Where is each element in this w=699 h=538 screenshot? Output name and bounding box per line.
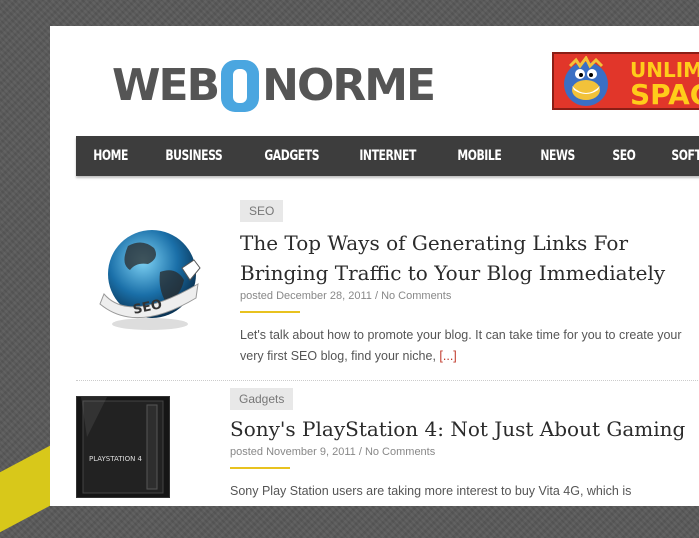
meta-separator: /: [371, 290, 382, 302]
nav-item-home[interactable]: HOME: [76, 136, 144, 176]
category-tag[interactable]: SEO: [240, 200, 284, 222]
post-meta: posted December 28, 2011 / No Comments: [240, 290, 699, 302]
post-body: SEO The Top Ways of Generating Links For…: [240, 200, 699, 367]
seo-globe-thumbnail[interactable]: SEO: [90, 224, 210, 334]
post-meta: posted November 9, 2011 / No Comments: [230, 446, 699, 458]
page-container: WEB NORME UNLIMI SPAC HOME BUSINESS GADG…: [50, 26, 699, 506]
nav-item-internet[interactable]: INTERNET: [343, 136, 432, 176]
logo-text-left: WEB: [112, 60, 220, 111]
title-underline: [230, 467, 290, 469]
nav-item-business[interactable]: BUSINESS: [149, 136, 239, 176]
site-logo[interactable]: WEB NORME: [112, 56, 436, 116]
ad-banner[interactable]: UNLIMI SPAC: [552, 52, 699, 110]
ad-line2: SPAC: [630, 78, 699, 110]
category-tag[interactable]: Gadgets: [230, 388, 294, 410]
post-title[interactable]: The Top Ways of Generating Links For Bri…: [240, 228, 699, 288]
nav-item-software[interactable]: SOFTWAR: [655, 136, 699, 176]
nav-item-seo[interactable]: SEO: [596, 136, 652, 176]
read-more-link[interactable]: [...]: [439, 349, 456, 363]
nav-item-mobile[interactable]: MOBILE: [441, 136, 518, 176]
gator-mascot-icon: [564, 56, 608, 106]
nav-item-news[interactable]: NEWS: [524, 136, 591, 176]
comments-link[interactable]: No Comments: [381, 290, 451, 302]
post-title[interactable]: Sony's PlayStation 4: Not Just About Gam…: [230, 414, 699, 444]
thumb-playstation-label: PLAYSTATION 4: [89, 455, 143, 463]
post-excerpt: Let's talk about how to promote your blo…: [240, 325, 699, 367]
post-divider: [76, 380, 699, 382]
excerpt-text: Let's talk about how to promote your blo…: [240, 328, 682, 363]
post-date: posted December 28, 2011: [240, 290, 372, 302]
logo-text-right: NORME: [262, 60, 436, 111]
post-body: Gadgets Sony's PlayStation 4: Not Just A…: [230, 388, 699, 502]
meta-separator: /: [355, 446, 365, 458]
post-date: posted November 9, 2011: [230, 446, 356, 458]
main-nav: HOME BUSINESS GADGETS INTERNET MOBILE NE…: [76, 136, 699, 176]
playstation-thumbnail[interactable]: PLAYSTATION 4: [76, 396, 170, 498]
logo-o-icon: [221, 60, 260, 112]
title-underline: [240, 311, 300, 313]
nav-item-gadgets[interactable]: GADGETS: [248, 136, 335, 176]
comments-link[interactable]: No Comments: [365, 446, 435, 458]
